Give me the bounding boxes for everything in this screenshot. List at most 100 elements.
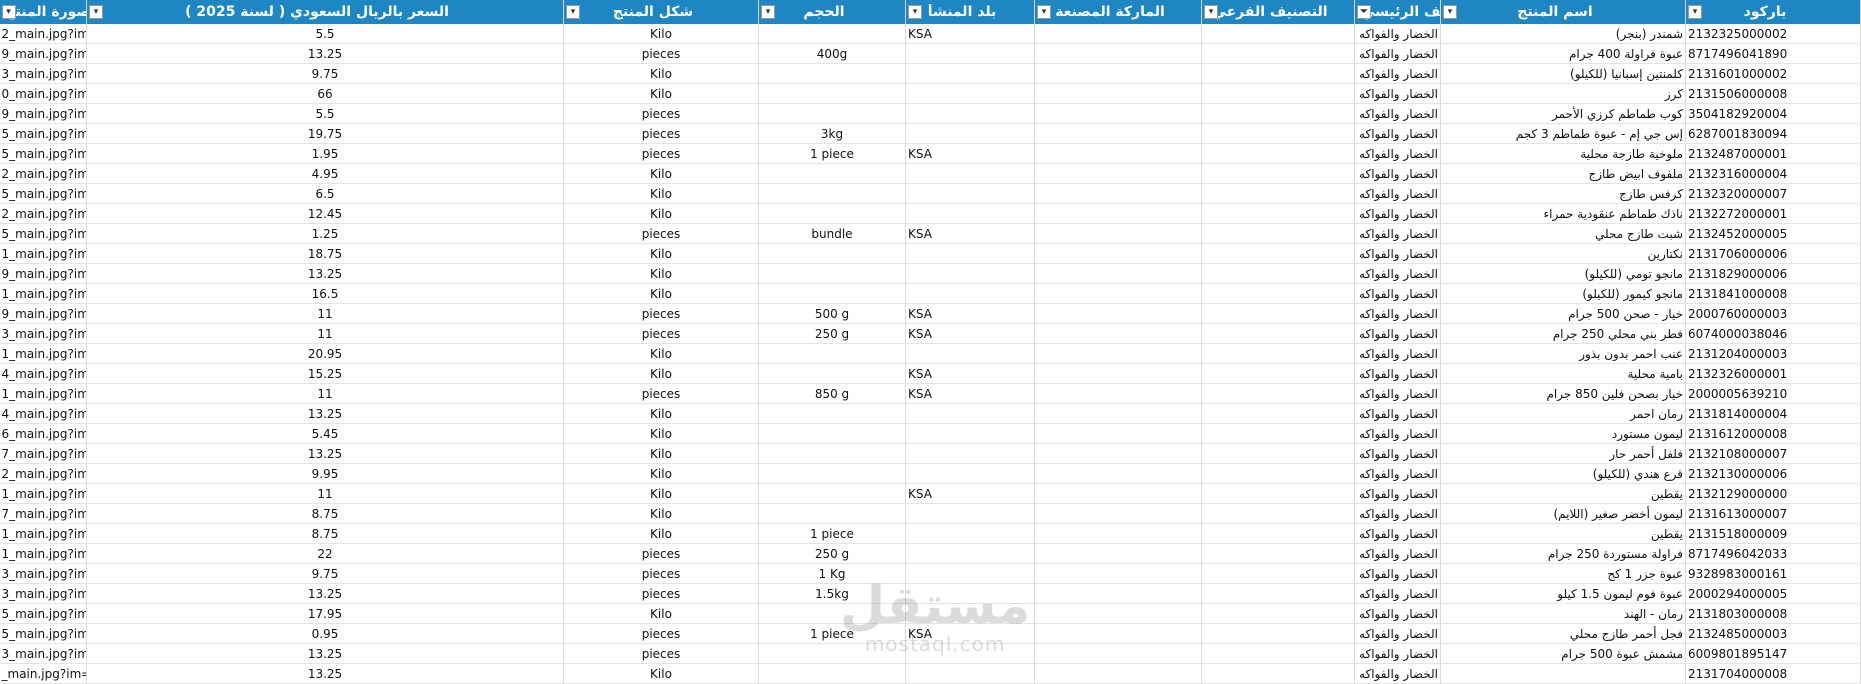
cell-name[interactable]: ناذك طماطم عنقودية حمراء <box>1440 203 1686 224</box>
cell-link[interactable]: 0_main.jpg?im=Resize=1700 <box>0 83 87 104</box>
cell-link[interactable]: 5_main.jpg?im=Resize=1700 <box>0 223 87 244</box>
cell-barcode[interactable]: 2132487000001 <box>1685 143 1861 164</box>
cell-brand[interactable] <box>1034 523 1202 544</box>
cell-sub-cat[interactable] <box>1201 343 1355 364</box>
cell-sub-cat[interactable] <box>1201 363 1355 384</box>
cell-sub-cat[interactable] <box>1201 483 1355 504</box>
cell-barcode[interactable]: 2132452000005 <box>1685 223 1861 244</box>
cell-price[interactable]: 66 <box>86 83 564 104</box>
cell-name[interactable]: فجل أحمر طازج محلي <box>1440 623 1686 644</box>
filter-dropdown-icon[interactable]: ▾ <box>1443 5 1457 19</box>
cell-name[interactable]: نكتارين <box>1440 243 1686 264</box>
cell-sub-cat[interactable] <box>1201 423 1355 444</box>
cell-form[interactable]: Kilo <box>563 443 759 464</box>
cell-sub-cat[interactable] <box>1201 563 1355 584</box>
cell-price[interactable]: 6.5 <box>86 183 564 204</box>
cell-name[interactable]: شبت طازج محلي <box>1440 223 1686 244</box>
cell-barcode[interactable]: 2131841000008 <box>1685 283 1861 304</box>
cell-link[interactable]: 1_main.jpg?im=Resize=1700 <box>0 343 87 364</box>
cell-link[interactable]: 7_main.jpg?im=Resize=1700 <box>0 503 87 524</box>
cell-size[interactable]: 400g <box>758 43 906 64</box>
cell-brand[interactable] <box>1034 363 1202 384</box>
cell-size[interactable]: 250 g <box>758 543 906 564</box>
cell-name[interactable]: رمان احمر <box>1440 403 1686 424</box>
cell-price[interactable]: 0.95 <box>86 623 564 644</box>
cell-brand[interactable] <box>1034 383 1202 404</box>
cell-main-cat[interactable]: الخضار والفواكه <box>1354 443 1441 464</box>
cell-form[interactable]: Kilo <box>563 403 759 424</box>
cell-price[interactable]: 13.25 <box>86 263 564 284</box>
cell-link[interactable]: 4_main.jpg?im=Resize=1700 <box>0 403 87 424</box>
cell-barcode[interactable]: 2000005639210 <box>1685 383 1861 404</box>
cell-size[interactable] <box>758 603 906 624</box>
cell-sub-cat[interactable] <box>1201 323 1355 344</box>
cell-main-cat[interactable]: الخضار والفواكه <box>1354 403 1441 424</box>
cell-barcode[interactable]: 2131613000007 <box>1685 503 1861 524</box>
cell-origin[interactable] <box>905 403 1035 424</box>
cell-main-cat[interactable]: الخضار والفواكه <box>1354 43 1441 64</box>
cell-sub-cat[interactable] <box>1201 283 1355 304</box>
cell-form[interactable]: Kilo <box>563 463 759 484</box>
cell-sub-cat[interactable] <box>1201 583 1355 604</box>
cell-size[interactable] <box>758 403 906 424</box>
cell-form[interactable]: Kilo <box>563 63 759 84</box>
cell-name[interactable]: كلمنتين إسبانيا (للكيلو) <box>1440 63 1686 84</box>
cell-price[interactable]: 11 <box>86 383 564 404</box>
cell-name[interactable]: رمان - الهند <box>1440 603 1686 624</box>
cell-size[interactable] <box>758 203 906 224</box>
cell-size[interactable] <box>758 643 906 664</box>
cell-main-cat[interactable]: الخضار والفواكه <box>1354 24 1441 44</box>
cell-origin[interactable] <box>905 643 1035 664</box>
cell-brand[interactable] <box>1034 83 1202 104</box>
cell-size[interactable]: bundle <box>758 223 906 244</box>
cell-price[interactable]: 18.75 <box>86 243 564 264</box>
cell-barcode[interactable]: 6287001830094 <box>1685 123 1861 144</box>
cell-form[interactable]: Kilo <box>563 163 759 184</box>
cell-brand[interactable] <box>1034 583 1202 604</box>
cell-size[interactable] <box>758 163 906 184</box>
cell-form[interactable]: pieces <box>563 143 759 164</box>
cell-main-cat[interactable]: الخضار والفواكه <box>1354 303 1441 324</box>
cell-main-cat[interactable]: الخضار والفواكه <box>1354 583 1441 604</box>
cell-link[interactable]: 3_main.jpg?im=Resize=1700 <box>0 63 87 84</box>
cell-name[interactable]: كوب طماطم كرزي الأحمر <box>1440 103 1686 124</box>
cell-brand[interactable] <box>1034 24 1202 44</box>
cell-price[interactable]: 1.95 <box>86 143 564 164</box>
cell-barcode[interactable]: 2131204000003 <box>1685 343 1861 364</box>
cell-origin[interactable]: KSA <box>905 303 1035 324</box>
cell-barcode[interactable]: 8717496042033 <box>1685 543 1861 564</box>
cell-sub-cat[interactable] <box>1201 623 1355 644</box>
column-header-price[interactable]: السعر بالريال السعودي ( لسنة 2025 ) ▾ <box>86 0 564 24</box>
cell-size[interactable] <box>758 423 906 444</box>
cell-main-cat[interactable]: الخضار والفواكه <box>1354 163 1441 184</box>
cell-link[interactable]: 3_main.jpg?im=Resize=1700 <box>0 583 87 604</box>
cell-origin[interactable] <box>905 563 1035 584</box>
cell-link[interactable]: 3_main.jpg?im=Resize=1700 <box>0 323 87 344</box>
column-header-link[interactable]: رابط صورة المنتج▾ <box>0 0 87 24</box>
cell-sub-cat[interactable] <box>1201 263 1355 284</box>
cell-origin[interactable]: KSA <box>905 483 1035 504</box>
cell-price[interactable]: 9.95 <box>86 463 564 484</box>
cell-price[interactable]: 5.5 <box>86 103 564 124</box>
cell-name[interactable]: مشمش عبوة 500 جرام <box>1440 643 1686 664</box>
cell-link[interactable]: 3_main.jpg?im=Resize=1700 <box>0 563 87 584</box>
cell-barcode[interactable]: 2132316000004 <box>1685 163 1861 184</box>
cell-barcode[interactable]: 2132272000001 <box>1685 203 1861 224</box>
cell-main-cat[interactable]: الخضار والفواكه <box>1354 103 1441 124</box>
cell-link[interactable]: 4_main.jpg?im=Resize=1700 <box>0 363 87 384</box>
cell-form[interactable]: pieces <box>563 323 759 344</box>
cell-link[interactable]: 5_main.jpg?im=Resize=1700 <box>0 143 87 164</box>
cell-main-cat[interactable]: الخضار والفواكه <box>1354 523 1441 544</box>
cell-name[interactable]: ليمون مستورد <box>1440 423 1686 444</box>
filter-dropdown-icon[interactable]: ▾ <box>1688 5 1702 19</box>
filter-dropdown-icon[interactable]: ▾ <box>1037 5 1051 19</box>
cell-sub-cat[interactable] <box>1201 143 1355 164</box>
filter-dropdown-icon[interactable]: ▾ <box>566 5 580 19</box>
cell-brand[interactable] <box>1034 203 1202 224</box>
cell-origin[interactable] <box>905 503 1035 524</box>
cell-sub-cat[interactable] <box>1201 543 1355 564</box>
column-header-brand[interactable]: الماركة المصنعة ▾ <box>1034 0 1202 24</box>
cell-brand[interactable] <box>1034 223 1202 244</box>
cell-origin[interactable] <box>905 423 1035 444</box>
cell-sub-cat[interactable] <box>1201 443 1355 464</box>
